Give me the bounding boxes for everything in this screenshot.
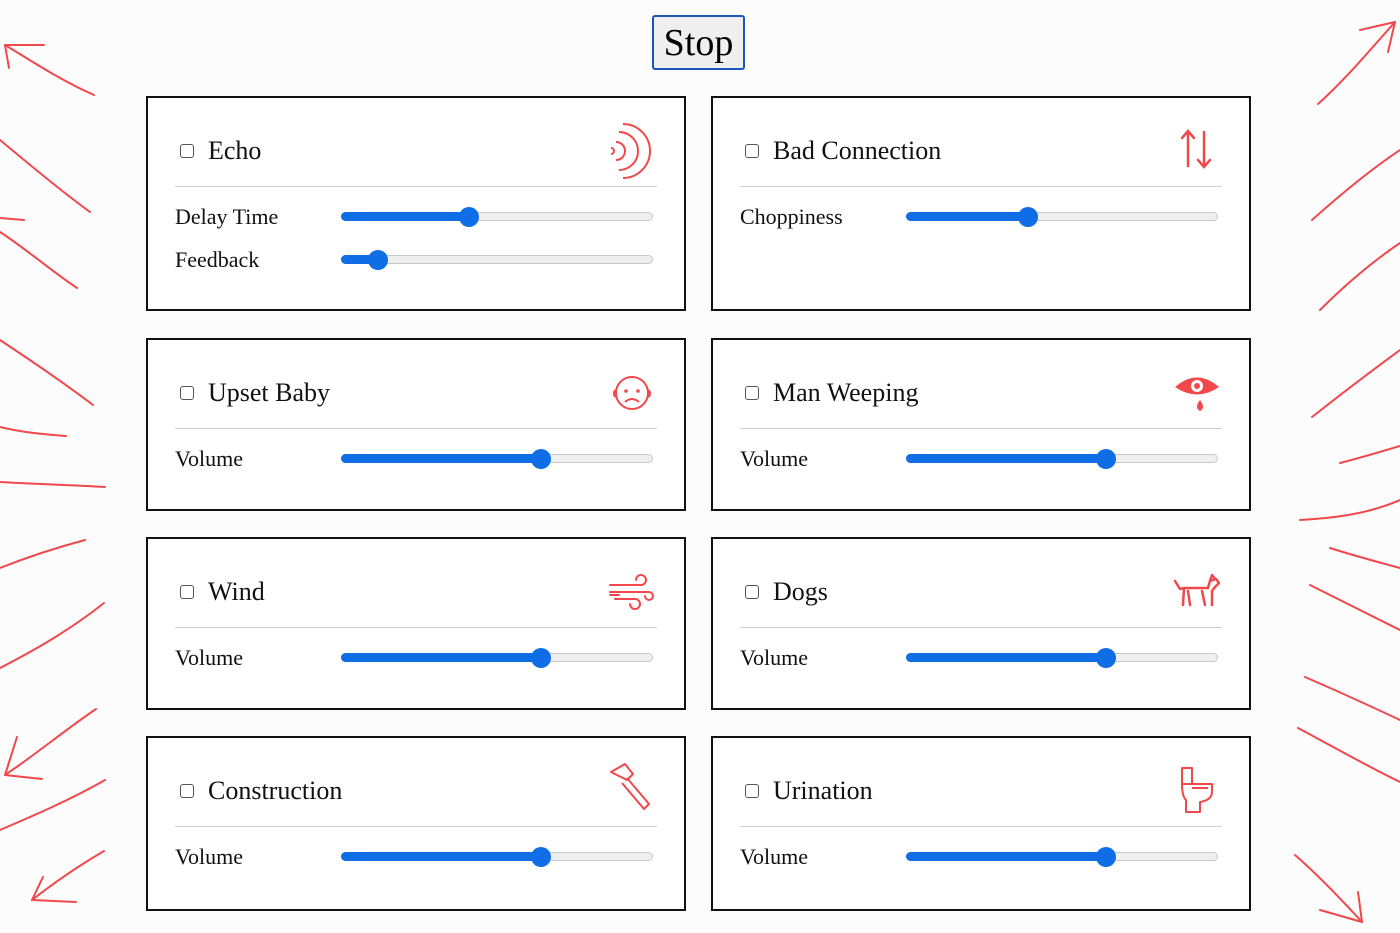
param-label: Delay Time	[175, 204, 279, 229]
volume-slider[interactable]	[341, 449, 653, 469]
param-label: Volume	[740, 844, 809, 869]
stop-button[interactable]: Stop	[652, 15, 745, 70]
effect-title: Construction	[208, 776, 343, 805]
crying-eye-icon	[1172, 362, 1222, 424]
param-label: Volume	[740, 645, 809, 670]
effect-title: Echo	[208, 136, 262, 165]
slider-thumb[interactable]	[1095, 648, 1116, 668]
slider-fill	[341, 653, 541, 662]
effect-card-header: Bad Connection	[740, 98, 1222, 187]
effect-card-header: Man Weeping	[740, 340, 1222, 429]
up-down-arrows-icon	[1172, 120, 1222, 182]
volume-slider[interactable]	[341, 648, 653, 668]
frowning-face-icon	[607, 362, 657, 424]
effect-title: Bad Connection	[773, 136, 942, 165]
slider-thumb[interactable]	[530, 449, 551, 469]
enable-checkbox-upset-baby[interactable]	[180, 386, 194, 400]
volume-slider[interactable]	[906, 449, 1218, 469]
sound-waves-icon	[607, 120, 657, 182]
enable-checkbox-wind[interactable]	[180, 585, 194, 599]
effect-card-urination: Urination Volume	[711, 736, 1251, 911]
effect-card-bad-connection: Bad Connection Choppiness	[711, 96, 1251, 311]
param-label: Volume	[175, 645, 244, 670]
volume-slider[interactable]	[906, 648, 1218, 668]
slider-thumb[interactable]	[530, 648, 551, 668]
param-label: Volume	[175, 446, 244, 471]
effect-title: Urination	[773, 776, 873, 805]
effect-title: Upset Baby	[208, 378, 331, 407]
slider-thumb[interactable]	[530, 847, 551, 867]
delay-time-slider[interactable]	[341, 207, 653, 227]
param-label: Choppiness	[740, 204, 843, 229]
param-row-volume: Volume	[175, 842, 657, 872]
effect-card-header: Wind	[175, 539, 657, 628]
wind-icon	[607, 561, 657, 623]
volume-slider[interactable]	[906, 847, 1218, 867]
effect-title: Dogs	[773, 577, 828, 606]
slider-thumb[interactable]	[458, 207, 479, 227]
effect-title: Wind	[208, 577, 265, 606]
slider-thumb[interactable]	[1017, 207, 1038, 227]
slider-thumb[interactable]	[1095, 847, 1116, 867]
effect-card-header: Upset Baby	[175, 340, 657, 429]
slider-thumb[interactable]	[368, 250, 389, 270]
effect-card-wind: Wind Volume	[146, 537, 686, 710]
param-row-volume: Volume	[175, 444, 657, 474]
param-row-feedback: Feedback	[175, 245, 657, 275]
effect-card-header: Echo	[175, 98, 657, 187]
hammer-icon	[607, 760, 657, 822]
param-row-volume: Volume	[740, 842, 1222, 872]
feedback-slider[interactable]	[341, 250, 653, 270]
choppiness-slider[interactable]	[906, 207, 1218, 227]
effect-card-upset-baby: Upset Baby Volume	[146, 338, 686, 511]
effect-card-dogs: Dogs Volume	[711, 537, 1251, 710]
slider-fill	[906, 454, 1106, 463]
param-row-volume: Volume	[175, 643, 657, 673]
param-row-volume: Volume	[740, 444, 1222, 474]
param-row-choppiness: Choppiness	[740, 202, 1222, 232]
param-label: Volume	[740, 446, 809, 471]
slider-fill	[906, 852, 1106, 861]
slider-fill	[341, 454, 541, 463]
slider-fill	[341, 852, 541, 861]
effect-card-header: Urination	[740, 738, 1222, 827]
enable-checkbox-urination[interactable]	[745, 784, 759, 798]
param-label: Feedback	[175, 247, 260, 272]
param-row-volume: Volume	[740, 643, 1222, 673]
param-row-delay-time: Delay Time	[175, 202, 657, 232]
dog-icon	[1172, 561, 1222, 623]
effect-card-construction: Construction Volume	[146, 736, 686, 911]
enable-checkbox-construction[interactable]	[180, 784, 194, 798]
effect-card-man-weeping: Man Weeping Volume	[711, 338, 1251, 511]
effect-card-header: Dogs	[740, 539, 1222, 628]
enable-checkbox-echo[interactable]	[180, 144, 194, 158]
slider-fill	[906, 212, 1028, 221]
param-label: Volume	[175, 844, 244, 869]
effect-title: Man Weeping	[773, 378, 919, 407]
slider-fill	[906, 653, 1106, 662]
slider-thumb[interactable]	[1095, 449, 1116, 469]
volume-slider[interactable]	[341, 847, 653, 867]
slider-fill	[341, 212, 469, 221]
enable-checkbox-dogs[interactable]	[745, 585, 759, 599]
enable-checkbox-bad-connection[interactable]	[745, 144, 759, 158]
effect-card-header: Construction	[175, 738, 657, 827]
enable-checkbox-man-weeping[interactable]	[745, 386, 759, 400]
toilet-icon	[1172, 760, 1222, 822]
effect-card-echo: Echo Delay Time Feedback	[146, 96, 686, 311]
